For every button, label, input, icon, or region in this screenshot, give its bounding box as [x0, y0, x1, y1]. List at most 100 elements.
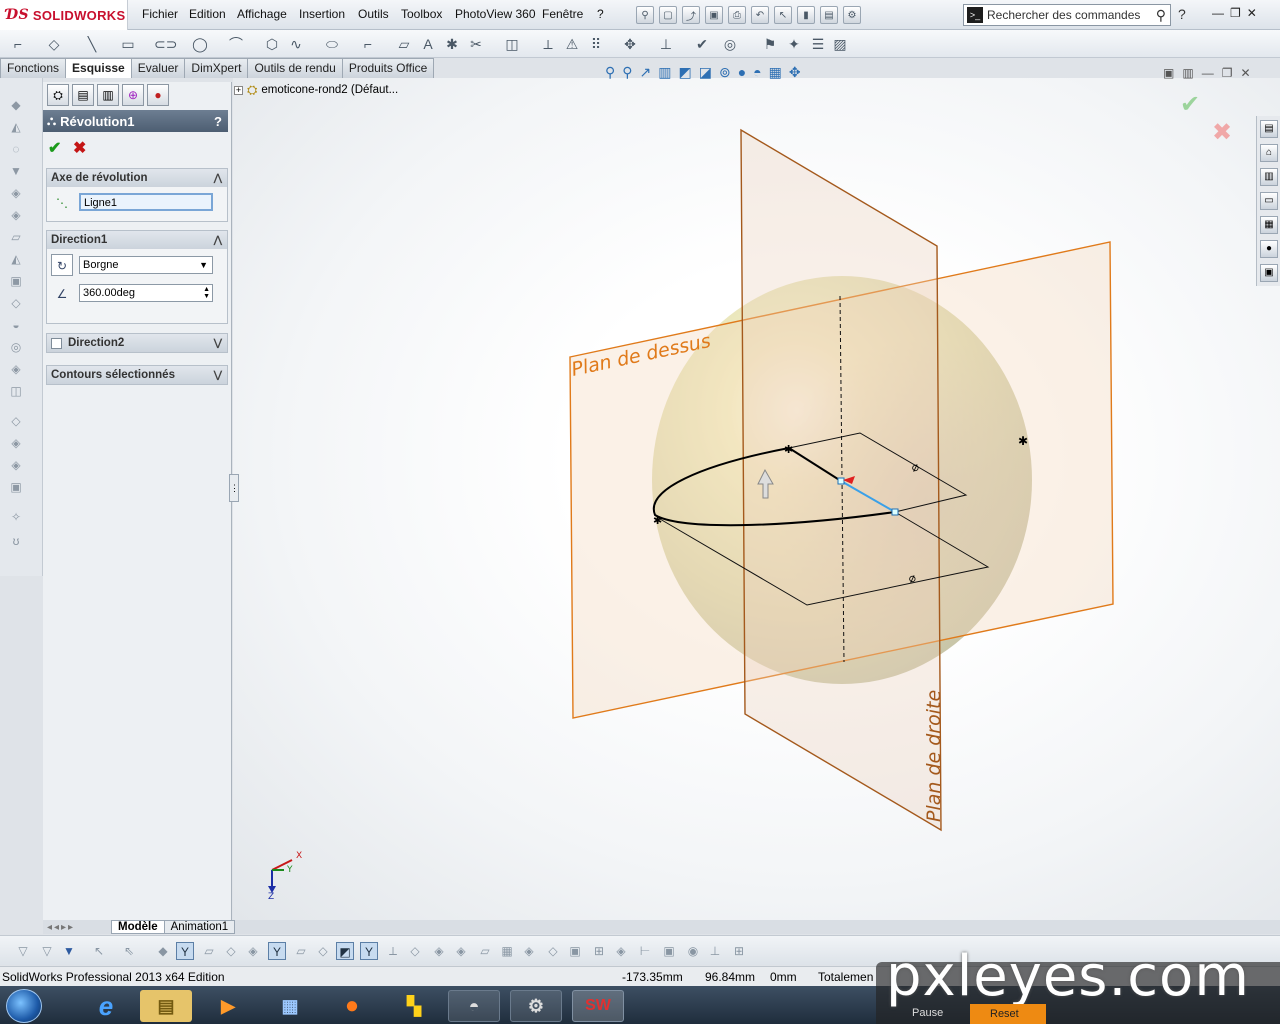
viewport-restore-icon[interactable]: ❐ — [1222, 66, 1233, 80]
solidworks-logo[interactable]: ƊS SOLIDWORKS — [0, 0, 128, 30]
tab-fonctions[interactable]: Fonctions — [0, 58, 67, 78]
zoom-area-icon[interactable]: ⚲ — [622, 64, 632, 81]
chamfer-icon[interactable]: ▱ — [8, 230, 24, 244]
home-icon[interactable]: ⌂ — [1260, 144, 1278, 162]
viewport-close-icon[interactable]: ✕ — [1240, 66, 1250, 80]
filter-datum-icon[interactable]: ▦ — [498, 942, 516, 960]
menu-outils[interactable]: Outils — [358, 7, 389, 21]
contours-group-header[interactable]: Contours sélectionnés ⋁ — [47, 366, 227, 384]
cancel-button[interactable]: ✖ — [73, 138, 86, 158]
pin-icon[interactable]: ⚲ — [636, 6, 654, 24]
convert-entities-icon[interactable]: ◫ — [502, 35, 522, 53]
reverse-direction-icon[interactable]: ↻ — [51, 254, 73, 276]
filter-sketch-points-icon[interactable]: Y — [360, 942, 378, 960]
menu-fichier[interactable]: Fichier — [142, 7, 178, 21]
fillet-feature-icon[interactable]: ◈ — [8, 208, 24, 222]
loft-icon[interactable]: ▼ — [8, 164, 24, 178]
menu-affichage[interactable]: Affichage — [237, 7, 287, 21]
dimxpert-manager-tab-icon[interactable]: ⊕ — [122, 84, 144, 106]
media-player-icon[interactable]: ▶ — [202, 990, 254, 1022]
draft-icon[interactable]: ◇ — [8, 296, 24, 310]
filter-edges-icon[interactable]: Y — [176, 942, 194, 960]
polygon-icon[interactable]: ⬡ — [262, 35, 282, 53]
zoom-to-fit-icon[interactable]: ⚲ — [605, 64, 615, 81]
direction2-checkbox[interactable] — [51, 337, 62, 349]
fillet-icon[interactable]: ⌐ — [358, 35, 378, 53]
tab-scroll-icon[interactable]: ◂◂▸▸ — [43, 922, 111, 933]
expand-icon[interactable]: ⋁ — [214, 370, 222, 381]
minimize-icon[interactable]: — — [1212, 6, 1224, 20]
filter-gtol-icon[interactable]: ◈ — [430, 942, 448, 960]
tab-animation1[interactable]: Animation1 — [163, 920, 236, 934]
rapid-sketch-icon[interactable]: ⚑ — [760, 35, 780, 53]
pattern-feature-icon[interactable]: ▣ — [8, 480, 24, 494]
start-button[interactable] — [6, 989, 42, 1023]
menu-edition[interactable]: Edition — [189, 7, 226, 21]
collapse-icon[interactable]: ⋀ — [214, 235, 222, 246]
axis-selection-field[interactable]: Ligne1 — [79, 193, 213, 211]
slot-icon[interactable]: ⊂⊃ — [154, 35, 177, 53]
menu-insertion[interactable]: Insertion — [299, 7, 345, 21]
filter-faces-icon[interactable]: ▱ — [200, 942, 218, 960]
menu-help[interactable]: ? — [597, 7, 604, 21]
shell-icon[interactable]: ▣ — [8, 274, 24, 288]
hide-show-icon[interactable]: ⊚ — [719, 64, 731, 81]
filter-dimensions-icon[interactable]: ⟂ — [384, 942, 402, 960]
circle-icon[interactable]: ◯ — [190, 35, 210, 53]
curves-icon[interactable]: ◈ — [8, 436, 24, 450]
menu-photoview[interactable]: PhotoView 360 — [455, 7, 536, 21]
filter-surfaces-icon[interactable]: ◇ — [222, 942, 240, 960]
sketch-endpoint[interactable] — [891, 508, 899, 516]
help-button[interactable]: ? — [214, 114, 222, 129]
solidworks-taskbar-icon[interactable]: SW — [572, 990, 624, 1022]
tab-evaluer[interactable]: Evaluer — [130, 58, 186, 78]
filter-sketch-segments-icon[interactable]: ◩ — [336, 942, 354, 960]
display-style-icon[interactable]: ◪ — [699, 64, 712, 81]
relations-icon[interactable]: ⊥ — [656, 35, 676, 53]
calculator-icon[interactable]: ▦ — [264, 990, 316, 1022]
quick-snaps-icon[interactable]: ◎ — [720, 35, 740, 53]
save-icon[interactable]: ▣ — [705, 6, 723, 24]
expand-icon[interactable]: ⋁ — [214, 338, 222, 349]
direction2-group-header[interactable]: Direction2 ⋁ — [47, 334, 227, 352]
reset-button[interactable]: Reset — [970, 1004, 1046, 1024]
sweep-icon[interactable]: ◌ — [8, 142, 24, 156]
filter-blocks-icon[interactable]: ▣ — [566, 942, 584, 960]
tab-produits-office[interactable]: Produits Office — [341, 58, 435, 78]
internet-explorer-icon[interactable]: e — [80, 990, 132, 1022]
expand-icon[interactable]: + — [234, 85, 243, 95]
filter-mid-points-icon[interactable]: ⊞ — [730, 942, 748, 960]
arc-icon[interactable]: ⌒ — [226, 35, 246, 53]
filter-weld-bead-icon[interactable]: ◈ — [612, 942, 630, 960]
curve-icon[interactable]: ʊ — [8, 534, 24, 548]
print-icon[interactable]: ⎙ — [728, 6, 746, 24]
filter-datum-target-icon[interactable]: ◈ — [520, 942, 538, 960]
axis-group-header[interactable]: Axe de révolution ⋀ — [47, 169, 227, 187]
scenes-icon[interactable]: ◓ — [753, 64, 761, 81]
mirror-feature-icon[interactable]: ◫ — [8, 384, 24, 398]
filter-welds-icon[interactable]: ▱ — [476, 942, 494, 960]
pattern-icon[interactable]: ⠿ — [586, 35, 606, 53]
viewport-minimize-icon[interactable]: — — [1202, 66, 1214, 80]
sketch-endpoint[interactable] — [837, 477, 845, 485]
tab-esquisse[interactable]: Esquisse — [65, 58, 132, 78]
filter-routing-points-icon[interactable]: ⊥ — [706, 942, 724, 960]
filter-cosmetic-thread-icon[interactable]: ◇ — [544, 942, 562, 960]
tab-outils-de-rendu[interactable]: Outils de rendu — [247, 58, 343, 78]
sketch-icon[interactable]: ◇ — [44, 35, 64, 53]
move-icon[interactable]: ✥ — [620, 35, 640, 53]
property-manager-tab-icon[interactable]: ▤ — [72, 84, 94, 106]
restore-icon[interactable]: ❐ — [1230, 6, 1241, 20]
select-icon[interactable]: ↖ — [774, 6, 792, 24]
revolve-icon[interactable]: ◭ — [8, 120, 24, 134]
file-explorer-icon[interactable]: ▭ — [1260, 192, 1278, 210]
tile-icon[interactable]: ▣ — [1163, 66, 1174, 80]
confirm-ok-icon[interactable]: ✔ — [1180, 90, 1200, 119]
app-grid-icon[interactable]: ▚ — [388, 990, 440, 1022]
cut-icon[interactable]: ◈ — [8, 186, 24, 200]
feature-manager-tab-icon[interactable]: ⛭ — [47, 84, 69, 106]
help-icon[interactable]: ? — [1178, 6, 1186, 22]
filter-planes-icon[interactable]: ▱ — [292, 942, 310, 960]
pause-button[interactable]: Pause — [912, 1007, 943, 1019]
gimp-icon[interactable]: ◓ — [448, 990, 500, 1022]
